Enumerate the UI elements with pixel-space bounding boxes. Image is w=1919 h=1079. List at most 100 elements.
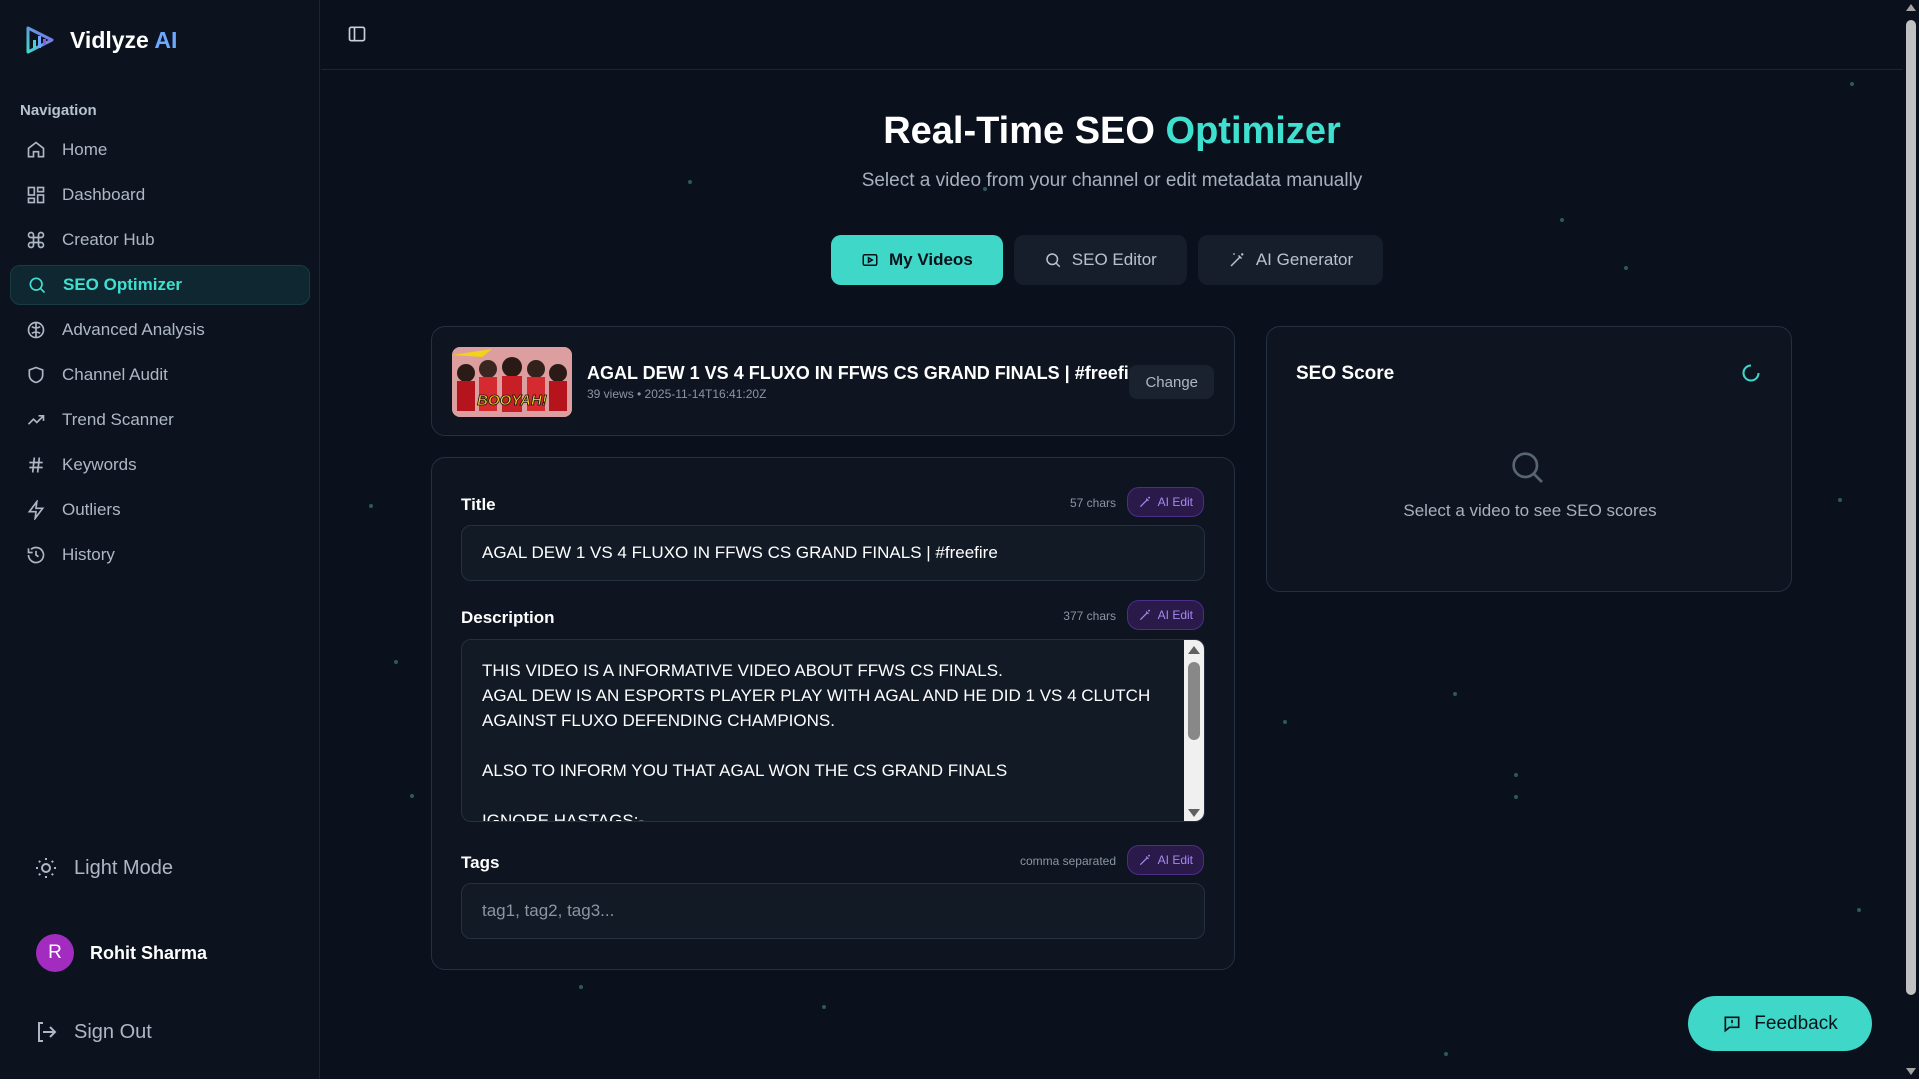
background-dot [1838,498,1842,502]
sidebar-item-channel-audit[interactable]: Channel Audit [10,355,310,395]
sidebar-item-label: History [62,545,115,564]
sidebar-item-label: SEO Optimizer [63,275,183,294]
tab-ai-generator[interactable]: AI Generator [1197,235,1384,285]
video-meta: 39 views • 2025-11-14T16:41:20Z [587,387,767,401]
sidebar-item-seo-optimizer[interactable]: SEO Optimizer [10,265,310,305]
background-dot [579,985,583,989]
video-title: AGAL DEW 1 VS 4 FLUXO IN FFWS CS GRAND F… [587,363,1146,383]
user-profile[interactable]: R Rohit Sharma [36,934,207,972]
tab-label: AI Generator [1255,250,1354,269]
ai-edit-label: AI Edit [1157,495,1193,509]
seo-score-card: SEO Score Select a video to see SEO scor… [1266,326,1792,592]
user-name: Rohit Sharma [90,942,208,963]
brain-icon [27,321,45,339]
sidebar-item-outliers[interactable]: Outliers [10,490,310,530]
description-textarea[interactable]: THIS VIDEO IS A INFORMATIVE VIDEO ABOUT … [461,639,1205,822]
description-ai-edit-button[interactable]: AI Edit [1126,600,1204,630]
sidebar-item-label: Dashboard [62,185,146,204]
sidebar-item-trend-scanner[interactable]: Trend Scanner [10,400,310,440]
scroll-up-icon[interactable] [1906,4,1916,11]
title-char-count: 57 chars [1069,496,1116,510]
background-dot [1624,266,1628,270]
metadata-editor-card: Title 57 chars AI Edit AGAL DEW 1 VS 4 F… [431,457,1235,970]
sidebar-item-creator-hub[interactable]: Creator Hub [10,220,310,260]
sidebar-nav: Home Dashboard Creator Hub SEO Optimizer… [10,130,310,580]
sidebar-item-home[interactable]: Home [10,130,310,170]
sign-out-icon [38,1022,57,1042]
selected-video-card: BOOYAH! AGAL DEW 1 VS 4 FLUXO IN FFWS CS… [431,326,1235,436]
tags-hint: comma separated [1019,854,1116,868]
scroll-thumb[interactable] [1188,662,1200,740]
home-icon [27,141,45,158]
background-dot [1560,218,1564,222]
sidebar-item-label: Trend Scanner [62,410,174,429]
hash-icon [29,457,43,473]
sidebar-item-history[interactable]: History [10,535,310,575]
tags-input[interactable]: tag1, tag2, tag3... [461,883,1205,939]
search-icon [29,277,46,294]
sidebar: Vidlyze AI Navigation Home Dashboard Cre… [0,0,320,1079]
seo-score-empty-text: Select a video to see SEO scores [1403,501,1657,520]
title-ai-edit-button[interactable]: AI Edit [1126,487,1204,517]
sign-out-button[interactable]: Sign Out [34,1020,152,1044]
feedback-button[interactable]: Feedback [1688,996,1872,1051]
search-icon [1046,253,1061,268]
avatar: R [36,934,74,972]
scroll-thumb[interactable] [1906,20,1916,995]
tab-my-videos[interactable]: My Videos [831,235,1003,285]
magic-wand-icon [1230,253,1244,267]
background-dot [1857,908,1861,912]
scroll-up-icon[interactable] [1188,646,1200,654]
tab-seo-editor[interactable]: SEO Editor [1013,235,1187,285]
title-input[interactable]: AGAL DEW 1 VS 4 FLUXO IN FFWS CS GRAND F… [461,525,1205,581]
light-mode-label: Light Mode [74,856,173,879]
sidebar-item-label: Keywords [62,455,137,474]
sun-icon [36,858,56,878]
sidebar-item-keywords[interactable]: Keywords [10,445,310,485]
message-icon [1724,1016,1740,1032]
nav-heading: Navigation [20,102,97,119]
background-dot [1514,773,1518,777]
magic-wand-icon [1139,854,1150,866]
sidebar-item-label: Outliers [62,500,121,519]
tags-ai-edit-button[interactable]: AI Edit [1126,845,1204,875]
background-dot [369,504,373,508]
sidebar-item-advanced-analysis[interactable]: Advanced Analysis [10,310,310,350]
loading-spinner-icon [1742,364,1760,382]
page-scrollbar[interactable] [1903,0,1919,1079]
lightning-icon [27,500,45,520]
ai-edit-label: AI Edit [1157,608,1193,622]
magic-wand-icon [1139,609,1150,621]
feedback-label: Feedback [1754,1012,1838,1034]
background-dot [1444,1052,1448,1056]
command-icon [27,231,45,249]
history-icon [27,546,45,564]
page-title: Real-Time SEO Optimizer [883,110,1341,152]
sidebar-item-label: Creator Hub [62,230,155,249]
video-icon [862,254,878,266]
scroll-down-icon[interactable] [1188,809,1200,817]
background-dot [1850,82,1854,86]
title-label: Title [461,495,496,514]
sidebar-toggle-icon[interactable] [347,24,367,44]
scroll-down-icon[interactable] [1906,1068,1916,1075]
dashboard-icon [27,186,45,204]
brand-name: Vidlyze AI [70,26,178,53]
background-dot [1453,692,1457,696]
background-dot [394,660,398,664]
description-scrollbar[interactable] [1184,640,1204,821]
background-dot [410,794,414,798]
background-dot [1283,720,1287,724]
sidebar-item-dashboard[interactable]: Dashboard [10,175,310,215]
tab-label: SEO Editor [1071,250,1157,269]
sidebar-item-label: Channel Audit [62,365,168,384]
change-video-button[interactable]: Change [1129,365,1214,399]
magic-wand-icon [1139,496,1150,508]
sign-out-label: Sign Out [74,1020,152,1043]
topbar [321,0,1903,70]
sidebar-item-label: Home [62,140,108,159]
description-text: THIS VIDEO IS A INFORMATIVE VIDEO ABOUT … [482,661,1151,822]
background-dot [1514,795,1518,799]
brand[interactable]: Vidlyze AI [24,24,177,56]
light-mode-toggle[interactable]: Light Mode [34,856,173,880]
